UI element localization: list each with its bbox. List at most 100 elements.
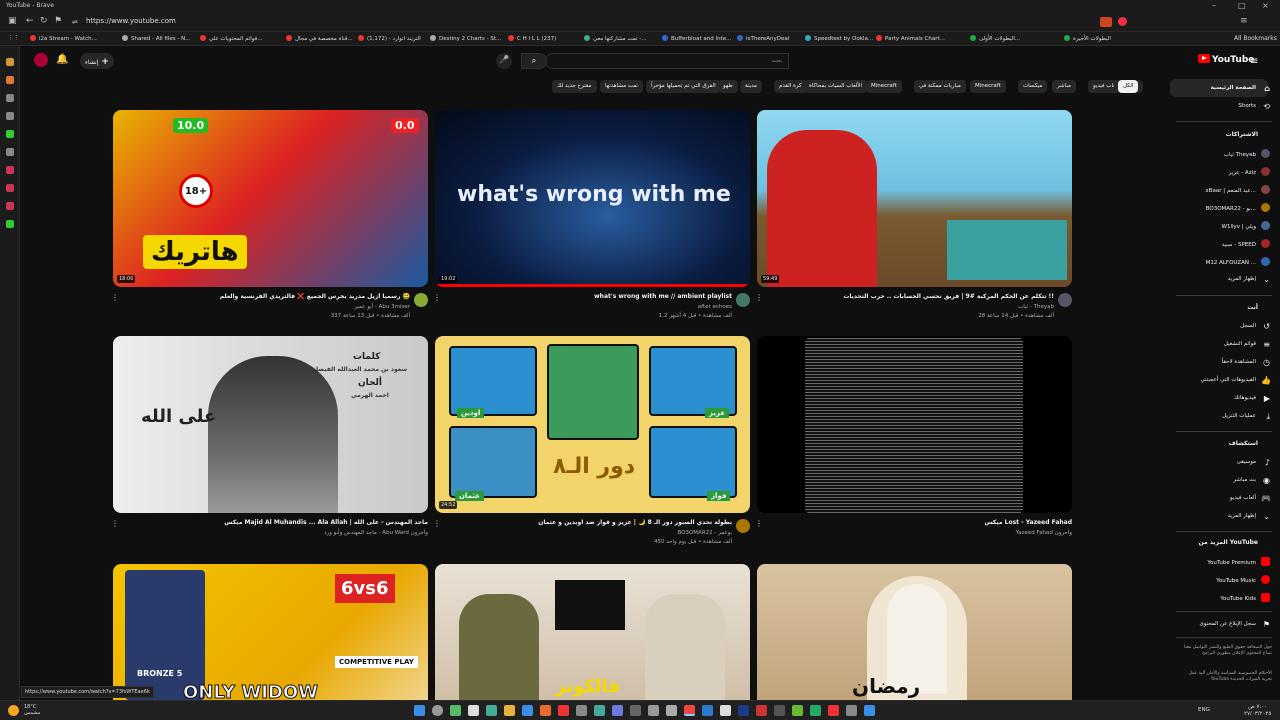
- app-icon[interactable]: [630, 705, 641, 716]
- video-thumbnail[interactable]: what's wrong with me 19:02: [435, 110, 750, 287]
- vscode-icon[interactable]: [702, 705, 713, 716]
- minimize-icon[interactable]: –: [1212, 1, 1216, 10]
- sidebar-item-playlists[interactable]: قوائم التشغيل ≡: [1224, 340, 1270, 349]
- chip[interactable]: مقترح جديد لك: [552, 80, 597, 93]
- sidebar-item-your-videos[interactable]: فيديوهاتك ▶: [1234, 394, 1270, 403]
- channel-avatar[interactable]: [736, 293, 750, 307]
- chip[interactable]: كرة القدم: [774, 80, 807, 93]
- sidebar-show-more[interactable]: إظهار المزيد ⌄: [1228, 275, 1270, 284]
- sidebar-item-watch-later[interactable]: المشاهدة لاحقاً ◷: [1222, 358, 1270, 367]
- brave-shields-icon[interactable]: [1100, 17, 1112, 27]
- bookmark-item[interactable]: البطولات الأخيرة: [1064, 35, 1111, 42]
- reload-icon[interactable]: ↻: [40, 16, 48, 26]
- clock[interactable]: ٧:٠٠ ص ٢٧/٠٣/٢٠٢٥: [1244, 704, 1271, 718]
- sidebar-item-home[interactable]: الصفحة الرئيسية ⌂: [1211, 84, 1270, 93]
- file-explorer-icon[interactable]: [504, 705, 515, 716]
- brave-icon[interactable]: [684, 705, 695, 716]
- sidebar-sub-item[interactable]: سبيد - SPEED: [1222, 239, 1270, 248]
- discord-icon[interactable]: [612, 705, 623, 716]
- search-button[interactable]: ⌕: [521, 53, 547, 69]
- app-icon[interactable]: [720, 705, 731, 716]
- sidebar-item-gaming[interactable]: ألعاب فيديو 🎮: [1230, 494, 1271, 503]
- sidepanel-item-icon[interactable]: [6, 202, 14, 210]
- bookmark-icon[interactable]: ⚑: [54, 16, 62, 26]
- video-title[interactable]: what's wrong with me // ambient playlist: [594, 293, 732, 300]
- video-thumbnail[interactable]: [757, 336, 1072, 513]
- chip[interactable]: الفرق التي تم تحميلها مؤخراً: [646, 80, 721, 93]
- channel-name[interactable]: Yazeed Fahad وآخرون: [1016, 530, 1072, 536]
- chip[interactable]: طهو: [718, 80, 738, 93]
- youtube-logo[interactable]: YouTube: [1198, 54, 1254, 65]
- app-icon[interactable]: [576, 705, 587, 716]
- app-icon[interactable]: [486, 705, 497, 716]
- menu-icon[interactable]: ≡: [1240, 16, 1248, 26]
- video-title[interactable]: ميكس Lost - Yazeed Fahad: [984, 519, 1072, 526]
- maximize-icon[interactable]: □: [1238, 1, 1246, 10]
- url-field[interactable]: https://www.youtube.com: [86, 17, 176, 25]
- bookmark-item[interactable]: Speedtest by Ookla...: [805, 35, 873, 42]
- channel-avatar[interactable]: [736, 519, 750, 533]
- sidepanel-item-icon[interactable]: [6, 184, 14, 192]
- more-options-icon[interactable]: ⋮: [755, 293, 763, 302]
- video-thumbnail[interactable]: دور الـ٨ اودين عزيز عثمان فواز 24:52: [435, 336, 750, 513]
- brave-rewards-icon[interactable]: [1118, 17, 1127, 26]
- app-icon[interactable]: [810, 705, 821, 716]
- sidepanel-item-icon[interactable]: [6, 76, 14, 84]
- chip[interactable]: الألعاب السيات بمحاكاة: [804, 80, 868, 93]
- apps-icon[interactable]: ⋮⋮: [8, 35, 19, 41]
- more-options-icon[interactable]: ⋮: [433, 519, 441, 528]
- channel-name[interactable]: ثياب - Theyab: [1018, 304, 1054, 310]
- search-input[interactable]: بحث: [545, 53, 789, 69]
- guide-menu-icon[interactable]: ≡: [1250, 56, 1258, 67]
- sidebar-sub-item[interactable]: xBaar | عبد المنعم...: [1205, 185, 1270, 194]
- channel-avatar[interactable]: [1058, 293, 1072, 307]
- chip[interactable]: Minecraft: [866, 80, 902, 93]
- more-options-icon[interactable]: ⋮: [111, 519, 119, 528]
- language-indicator[interactable]: ENG: [1198, 707, 1210, 713]
- chip-all[interactable]: الكل: [1118, 80, 1139, 93]
- app-icon[interactable]: [522, 705, 533, 716]
- site-info-icon[interactable]: ⇌: [72, 18, 78, 26]
- bookmark-item[interactable]: Party Animals Chart...: [876, 35, 945, 42]
- video-thumbnail[interactable]: رمضان: [757, 564, 1072, 700]
- sidebar-sub-item[interactable]: BO3OMAR22 - بو...: [1206, 203, 1270, 212]
- bookmark-item[interactable]: قناة مخصصة في مجال...: [286, 35, 353, 42]
- chip[interactable]: ميكسات: [1018, 80, 1048, 93]
- bookmark-item[interactable]: Destiny 2 Charts - St...: [430, 35, 501, 42]
- video-thumbnail[interactable]: على الله كلمات سعود بن محمد العبدالله ال…: [113, 336, 428, 513]
- bookmark-item[interactable]: تمت مشاركتها معي -...: [584, 35, 646, 42]
- video-thumbnail[interactable]: 59:49: [757, 110, 1072, 287]
- sidebar-sub-item[interactable]: ثياب Theyab: [1224, 149, 1270, 158]
- more-options-icon[interactable]: ⋮: [755, 519, 763, 528]
- app-icon[interactable]: [846, 705, 857, 716]
- subscriptions-header[interactable]: الاشتراكات: [1226, 131, 1258, 138]
- sidebar-explore-show-more[interactable]: إظهار المزيد ⌄: [1228, 512, 1270, 521]
- chip[interactable]: Minecraft: [970, 80, 1006, 93]
- app-icon[interactable]: [468, 705, 479, 716]
- app-icon[interactable]: [774, 705, 785, 716]
- app-icon[interactable]: [666, 705, 677, 716]
- sidepanel-item-icon[interactable]: [6, 94, 14, 102]
- video-title[interactable]: رسمياً أزيل مدريد يخرس الجميع ❌ فالتريدي…: [220, 293, 410, 300]
- bookmark-item[interactable]: i2a Stream - Watch...: [30, 35, 97, 42]
- sidebar-item-kids[interactable]: YouTube Kids: [1220, 593, 1270, 602]
- sidepanel-item-icon[interactable]: [6, 166, 14, 174]
- video-thumbnail[interactable]: BRONZE 5 6vs6 COMPETITIVE PLAY ONLY WIDO…: [113, 564, 428, 700]
- voice-search-button[interactable]: 🎤: [496, 53, 512, 69]
- avatar[interactable]: [34, 53, 48, 67]
- footer-links[interactable]: الأحكام الخصوصية السياسة والأمان آلية عم…: [1176, 671, 1272, 683]
- back-icon[interactable]: ←: [26, 16, 34, 26]
- bookmark-item[interactable]: IsThereAnyDeal: [737, 35, 789, 42]
- channel-name[interactable]: أبو عمير - Abu 3miser: [354, 304, 410, 310]
- create-button[interactable]: إنشاء +: [80, 53, 114, 69]
- video-title[interactable]: ميكس Majid Al Muhandis ... Ala Allah | م…: [224, 519, 428, 526]
- channel-name[interactable]: after echoes: [698, 304, 732, 310]
- sidebar-item-music[interactable]: موسيقى ♪: [1237, 458, 1270, 467]
- sidebar-item-music-app[interactable]: YouTube Music: [1216, 575, 1270, 584]
- video-title[interactable]: تتكلم عن الحكم المركبة #9 | فريق نحسي ال…: [843, 293, 1054, 300]
- sidebar-item-liked[interactable]: الفيديوهات التي أعجبتني 👍: [1200, 376, 1271, 385]
- channel-name[interactable]: ماجد المهندس وأبو ورد - Abu Ward وآخرون: [324, 530, 428, 536]
- channel-name[interactable]: BO3OMAR22 - بوعمر: [677, 530, 732, 536]
- bookmark-item[interactable]: Bufferbloat and Inte...: [662, 35, 731, 42]
- more-options-icon[interactable]: ⋮: [433, 293, 441, 302]
